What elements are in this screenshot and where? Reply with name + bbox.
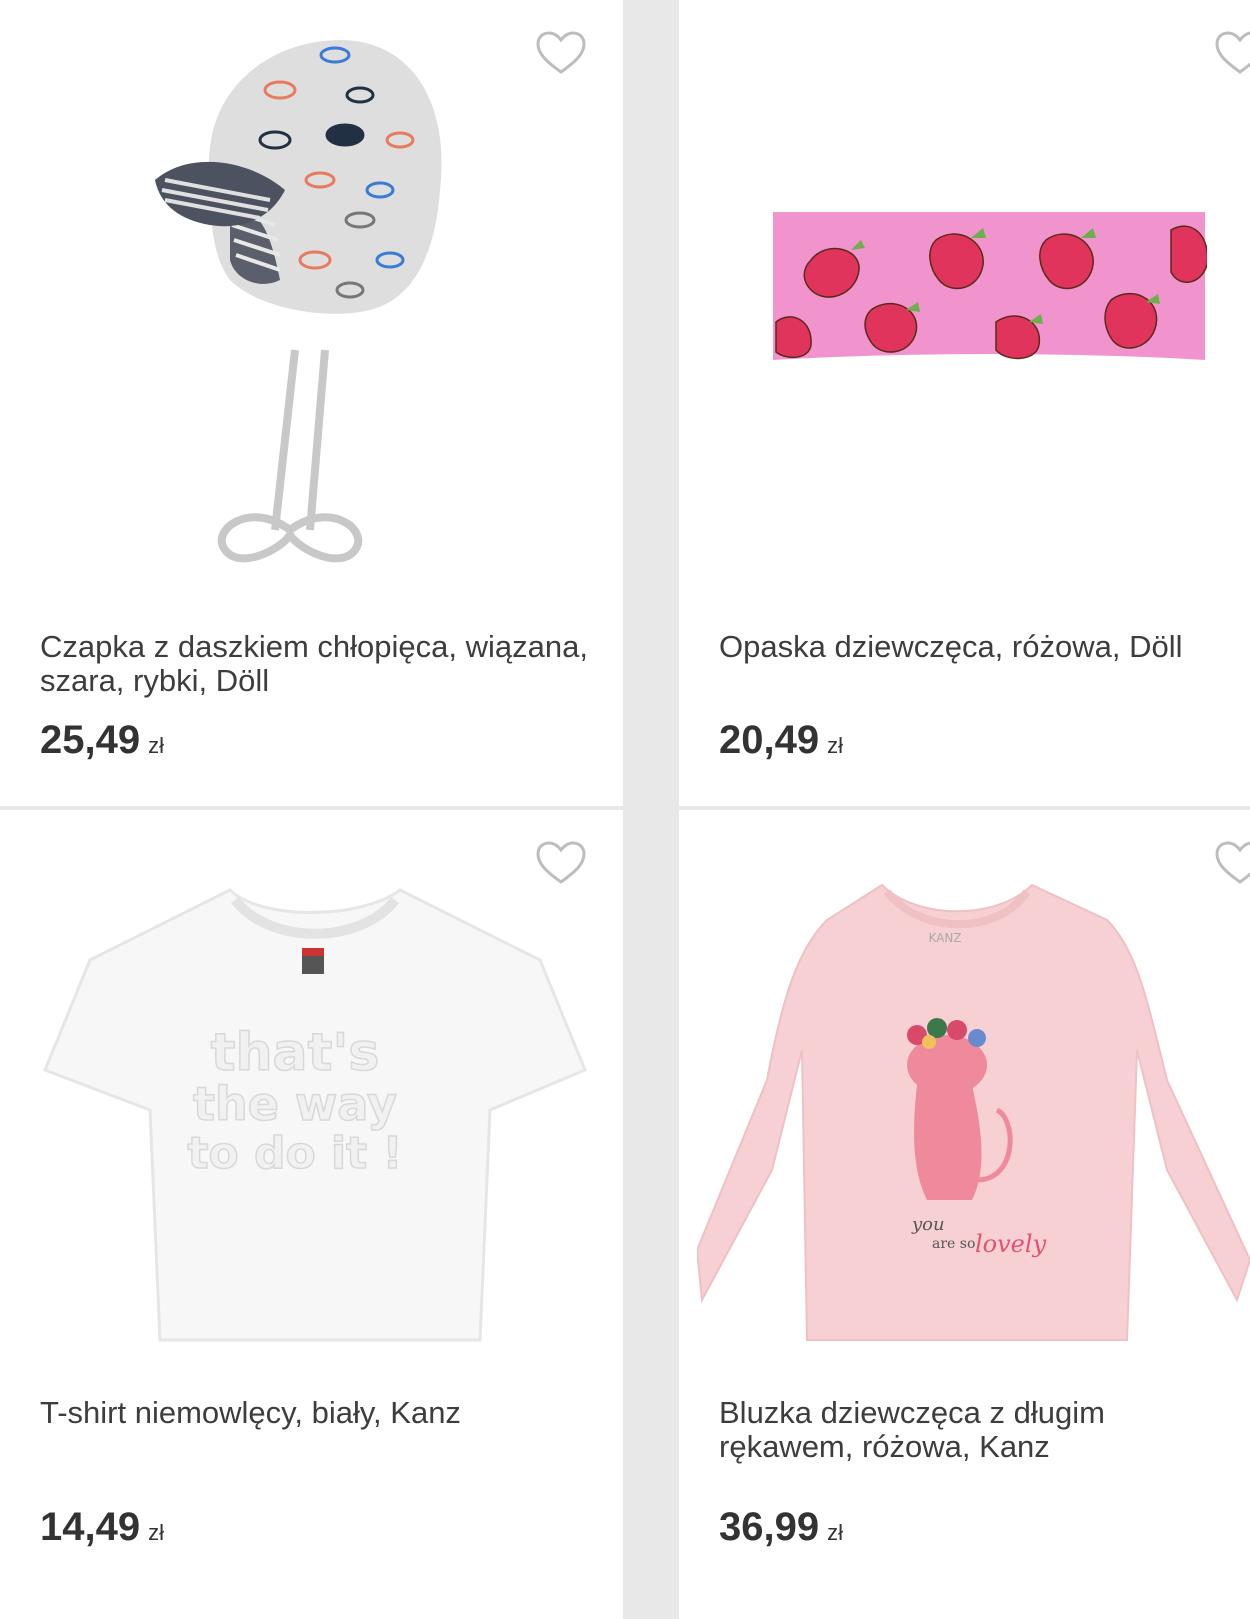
product-card[interactable]: that's the way to do it ! T-shirt niemow… [0, 810, 623, 1619]
product-card[interactable]: Opaska dziewczęca, różowa, Döll 20,49 zł [679, 0, 1250, 806]
price-currency: zł [148, 1520, 164, 1545]
product-title[interactable]: Opaska dziewczęca, różowa, Döll [719, 630, 1230, 664]
wishlist-heart-icon[interactable] [535, 30, 587, 76]
product-card[interactable]: Czapka z daszkiem chłopięca, wiązana, sz… [0, 0, 623, 806]
product-price: 36,99 zł [719, 1505, 843, 1550]
price-currency: zł [827, 1520, 843, 1545]
product-price: 14,49 zł [40, 1505, 164, 1550]
price-amount: 14,49 [40, 1505, 141, 1549]
tshirt-print-line2: the way [193, 1077, 397, 1131]
print-word-are-so: are so [932, 1236, 975, 1252]
price-amount: 36,99 [719, 1505, 820, 1549]
price-amount: 20,49 [719, 718, 820, 762]
tshirt-print-line1: that's [211, 1023, 380, 1083]
print-word-you: you [911, 1214, 945, 1235]
product-title[interactable]: Czapka z daszkiem chłopięca, wiązana, sz… [40, 630, 603, 698]
product-title[interactable]: Bluzka dziewczęca z długim rękawem, różo… [719, 1396, 1230, 1464]
print-word-lovely: lovely [975, 1230, 1047, 1258]
price-currency: zł [148, 733, 164, 758]
price-amount: 25,49 [40, 718, 141, 762]
product-card[interactable]: KANZ you are so lovely Bluzka dziewczęca… [679, 810, 1250, 1619]
baby-cap-fish-icon[interactable] [150, 30, 450, 570]
strawberry-headband-icon[interactable] [771, 210, 1209, 362]
wishlist-heart-icon[interactable] [1214, 30, 1250, 76]
white-tshirt-icon[interactable]: that's the way to do it ! [40, 870, 590, 1360]
product-title[interactable]: T-shirt niemowlęcy, biały, Kanz [40, 1396, 603, 1430]
product-price: 25,49 zł [40, 718, 164, 763]
product-price: 20,49 zł [719, 718, 843, 763]
tshirt-print-line3: to do it ! [187, 1128, 402, 1179]
product-grid: Czapka z daszkiem chłopięca, wiązana, sz… [0, 0, 1250, 1619]
pink-longsleeve-icon[interactable]: KANZ you are so lovely [695, 880, 1250, 1360]
brand-label: KANZ [928, 931, 961, 945]
price-currency: zł [827, 733, 843, 758]
